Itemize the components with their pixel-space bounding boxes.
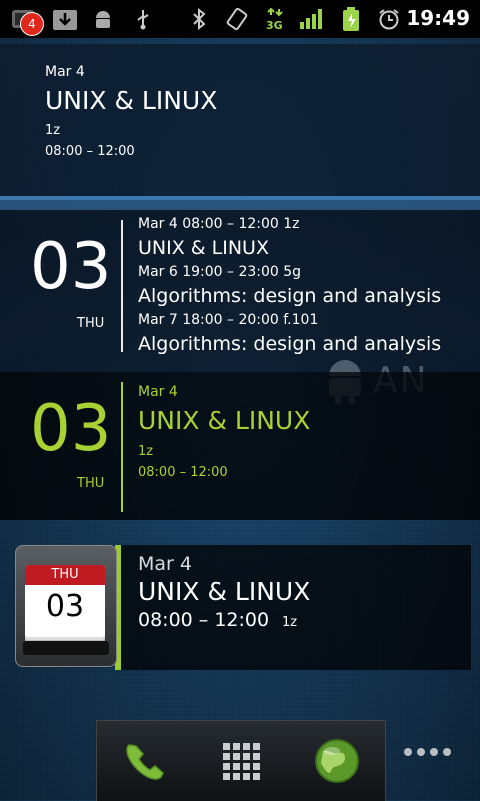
signal-icon	[298, 7, 324, 31]
more-icon[interactable]	[404, 748, 451, 756]
calendar-widget-agenda[interactable]: 03 THU Mar 4 08:00 – 12:00 1z UNIX & LIN…	[0, 200, 480, 372]
icon-widget-location: 1z	[282, 615, 298, 630]
agenda-event-title[interactable]: UNIX & LINUX	[138, 237, 269, 259]
icon-widget-time: 08:00 – 12:00	[138, 609, 270, 631]
status-bar[interactable]: 4 3G 19:49	[0, 0, 480, 38]
agenda-event-meta: Mar 4 08:00 – 12:00 1z	[138, 216, 300, 232]
calendar-icon-base	[23, 641, 109, 655]
icon-widget-panel: Mar 4 UNIX & LINUX 08:00 – 12:00 1z	[115, 545, 471, 670]
event-date: Mar 4	[45, 64, 85, 80]
agenda-day-number: 03	[30, 230, 112, 304]
usb-icon	[130, 7, 156, 31]
calendar-icon-day: 03	[45, 589, 85, 624]
battery-charging-icon	[338, 7, 364, 31]
calendar-icon[interactable]: THU 03	[15, 545, 117, 667]
calendar-widget-green[interactable]: 03 THU Mar 4 UNIX & LINUX 1z 08:00 – 12:…	[0, 372, 480, 520]
network-3g-label: 3G	[266, 19, 283, 31]
calendar-icon-page: THU 03	[25, 565, 105, 637]
green-event-date: Mar 4	[138, 384, 178, 400]
download-icon	[52, 7, 78, 31]
agenda-event-meta: Mar 6 19:00 – 23:00 5g	[138, 264, 302, 280]
event-time: 08:00 – 12:00	[45, 144, 135, 159]
calendar-widget-simple[interactable]: Mar 4 UNIX & LINUX 1z 08:00 – 12:00	[0, 44, 480, 200]
icon-widget-title: UNIX & LINUX	[138, 577, 311, 606]
green-divider	[121, 382, 123, 512]
green-day-number: 03	[30, 392, 112, 466]
android-debug-icon	[90, 7, 116, 31]
green-event-location: 1z	[138, 444, 154, 459]
agenda-day-name: THU	[77, 316, 105, 331]
agenda-event-meta: Mar 7 18:00 – 20:00 f.101	[138, 312, 319, 328]
agenda-event-title[interactable]: Algorithms: design and analysis	[138, 285, 441, 307]
app-drawer-icon[interactable]	[215, 735, 267, 787]
green-event-title: UNIX & LINUX	[138, 406, 311, 435]
network-3g-icon: 3G	[262, 7, 288, 31]
launcher-dock	[96, 720, 386, 801]
calendar-widget-icon[interactable]: Mar 4 UNIX & LINUX 08:00 – 12:00 1z THU …	[15, 545, 471, 670]
green-event-time: 08:00 – 12:00	[138, 465, 228, 480]
event-location: 1z	[45, 123, 61, 138]
green-day-name: THU	[77, 476, 105, 491]
event-title: UNIX & LINUX	[45, 86, 218, 115]
agenda-divider	[121, 220, 123, 352]
bluetooth-icon	[186, 7, 212, 31]
notification-count-badge: 4	[20, 12, 44, 36]
icon-widget-date: Mar 4	[138, 553, 192, 575]
alarm-icon	[376, 7, 402, 31]
status-clock: 19:49	[406, 6, 470, 30]
phone-icon[interactable]	[117, 735, 169, 787]
calendar-icon-weekday: THU	[25, 565, 105, 585]
browser-globe-icon[interactable]	[311, 735, 363, 787]
rotate-icon	[224, 7, 250, 31]
